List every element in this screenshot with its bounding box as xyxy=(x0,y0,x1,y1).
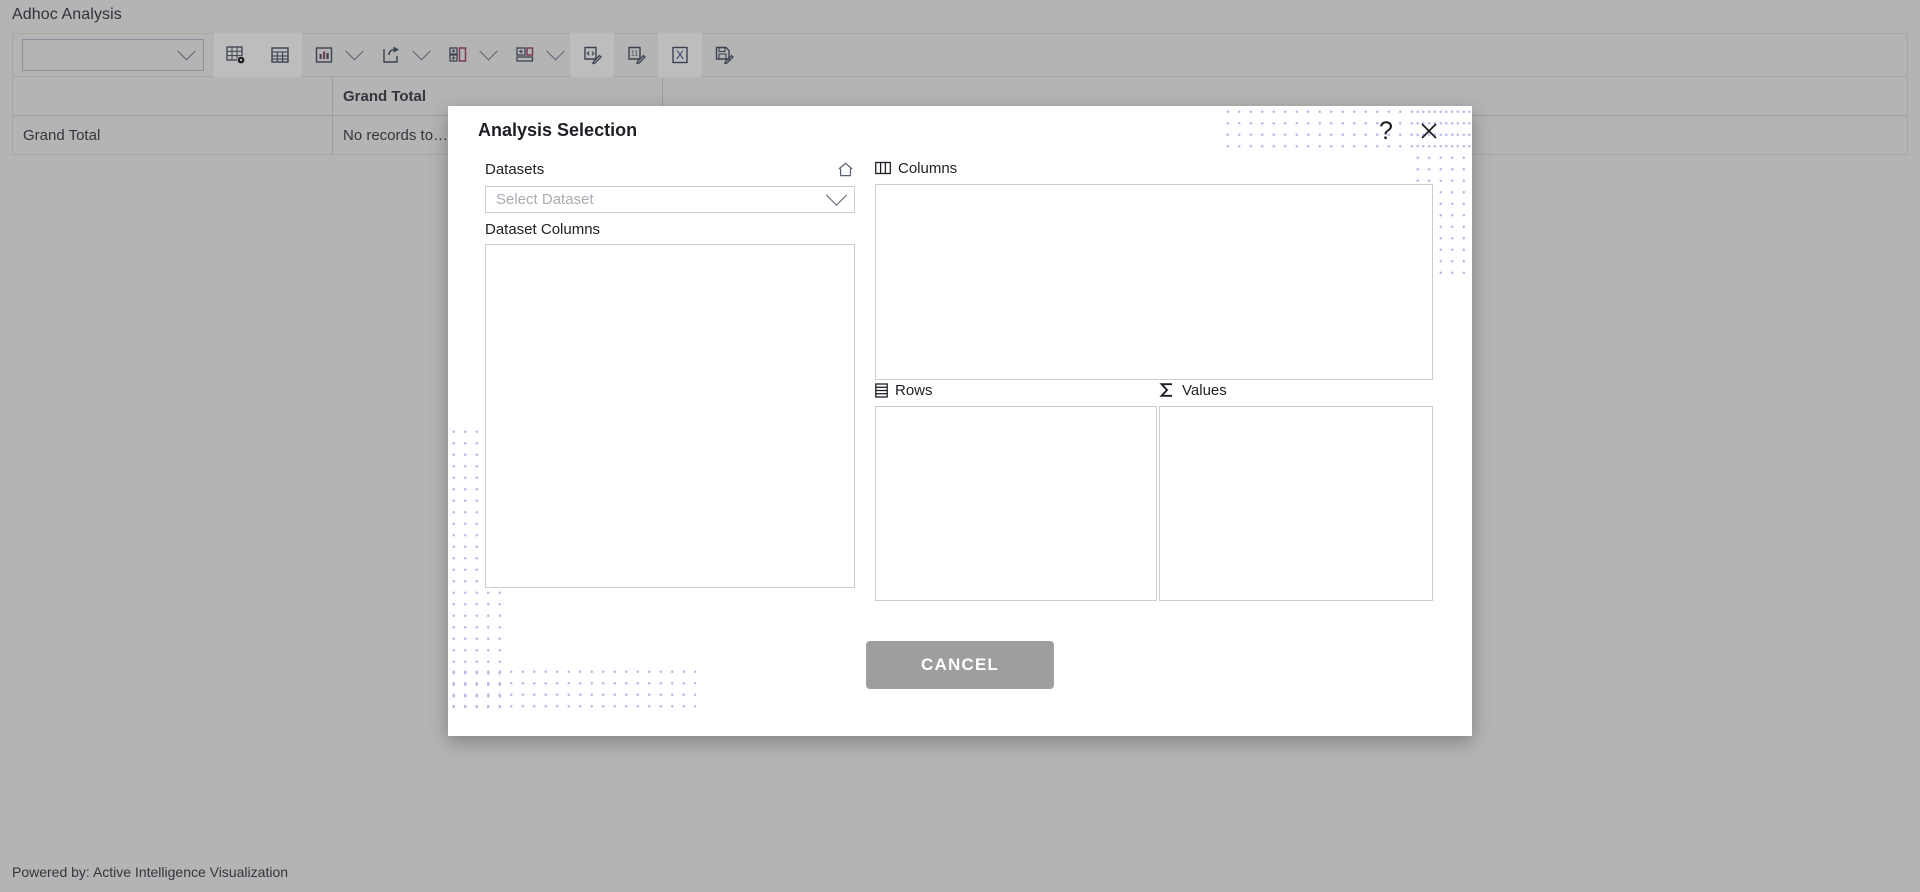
grid-gear-icon xyxy=(225,44,247,66)
export-share-button[interactable] xyxy=(369,33,413,77)
dataset-columns-list[interactable] xyxy=(485,244,855,588)
close-icon[interactable] xyxy=(1414,116,1444,146)
export-share-caret[interactable] xyxy=(413,33,436,77)
chart-view-caret[interactable] xyxy=(346,33,369,77)
home-icon[interactable] xyxy=(836,160,855,179)
values-dropzone[interactable] xyxy=(1159,406,1433,601)
svg-text:11: 11 xyxy=(631,51,638,58)
columns-icon xyxy=(875,161,891,175)
values-zone: Values xyxy=(1159,380,1433,601)
decorative-dot-pattern xyxy=(448,666,696,708)
values-zone-label: Values xyxy=(1159,380,1433,400)
insert-column-caret[interactable] xyxy=(480,33,503,77)
dataset-select-placeholder: Select Dataset xyxy=(496,191,594,208)
chart-view-button[interactable] xyxy=(302,33,346,77)
close-x-glyph xyxy=(1419,121,1439,141)
rows-zone-label: Rows xyxy=(875,380,1157,400)
datasets-header-row: Datasets xyxy=(485,158,855,180)
insert-row-caret[interactable] xyxy=(547,33,570,77)
toolbar: 11 X xyxy=(12,33,1908,77)
pivot-settings-button[interactable] xyxy=(214,33,258,77)
excel-x-icon: X xyxy=(669,44,691,66)
bar-chart-icon xyxy=(313,44,335,66)
dialog-title: Analysis Selection xyxy=(478,120,637,141)
footer: Powered by: Active Intelligence Visualiz… xyxy=(0,852,1920,892)
rows-zone: Rows xyxy=(875,380,1157,601)
code-edit-icon xyxy=(581,44,603,66)
chevron-down-icon xyxy=(546,42,564,60)
cancel-button[interactable]: CANCEL xyxy=(866,641,1054,689)
export-excel-button[interactable]: X xyxy=(658,33,702,77)
datasets-pane: Datasets Select Dataset Dataset Columns xyxy=(485,158,855,588)
save-edit-icon xyxy=(713,44,735,66)
chevron-down-icon xyxy=(479,42,497,60)
table-view-button[interactable] xyxy=(258,33,302,77)
help-icon[interactable]: ? xyxy=(1372,116,1400,146)
columns-dropzone[interactable] xyxy=(875,184,1433,380)
chevron-down-icon xyxy=(412,42,430,60)
number-edit-icon: 11 xyxy=(625,44,647,66)
add-column-icon xyxy=(447,44,469,66)
columns-zone-label: Columns xyxy=(875,158,1433,178)
values-zone-text: Values xyxy=(1182,382,1227,399)
dataset-columns-label: Dataset Columns xyxy=(485,221,855,238)
add-row-icon xyxy=(514,44,536,66)
analysis-select[interactable] xyxy=(22,39,204,71)
table-cell-label: Grand Total xyxy=(13,116,333,154)
datasets-label: Datasets xyxy=(485,161,544,178)
dataset-select[interactable]: Select Dataset xyxy=(485,186,855,213)
share-arrow-icon xyxy=(380,44,402,66)
table-icon xyxy=(269,44,291,66)
chevron-down-icon xyxy=(345,42,363,60)
columns-zone-text: Columns xyxy=(898,160,957,177)
save-analysis-button[interactable] xyxy=(702,33,746,77)
chevron-down-icon xyxy=(177,42,195,60)
insert-column-button[interactable] xyxy=(436,33,480,77)
rows-icon xyxy=(875,383,888,398)
columns-zone: Columns xyxy=(875,158,1433,380)
sigma-icon xyxy=(1159,382,1175,398)
app-root: Adhoc Analysis xyxy=(0,0,1920,892)
chevron-down-icon xyxy=(826,185,847,206)
edit-expression-button[interactable] xyxy=(570,33,614,77)
rows-dropzone[interactable] xyxy=(875,406,1157,601)
footer-text: Powered by: Active Intelligence Visualiz… xyxy=(12,864,288,880)
table-header-cell xyxy=(13,78,333,115)
svg-text:X: X xyxy=(676,48,684,62)
insert-row-button[interactable] xyxy=(503,33,547,77)
rows-zone-text: Rows xyxy=(895,382,933,399)
edit-number-format-button[interactable]: 11 xyxy=(614,33,658,77)
page-title: Adhoc Analysis xyxy=(12,6,122,24)
